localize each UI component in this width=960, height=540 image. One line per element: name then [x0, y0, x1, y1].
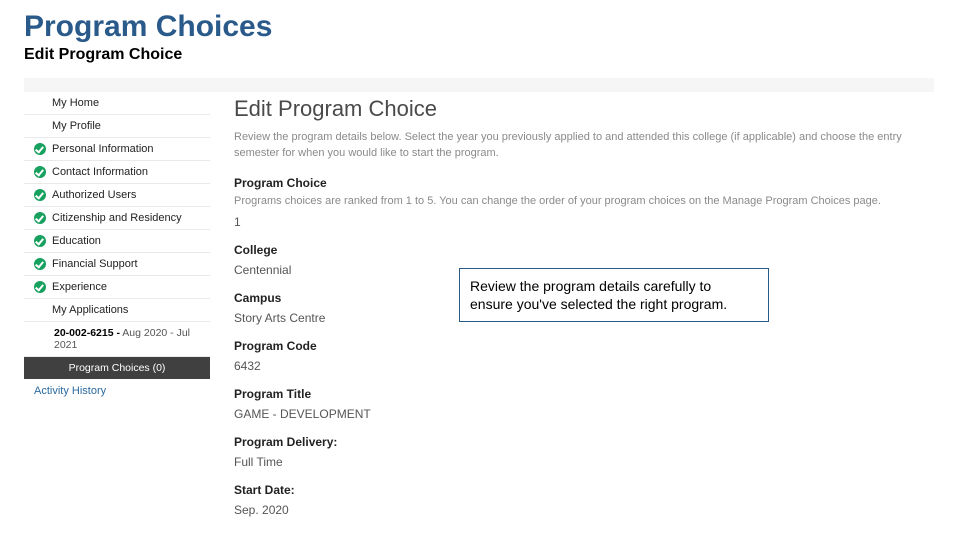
annotation-callout: Review the program details carefully to … — [459, 268, 769, 322]
sidebar-item-authorized[interactable]: Authorized Users — [24, 184, 210, 207]
check-icon — [34, 281, 46, 293]
slide-title: Program Choices — [0, 0, 960, 46]
value-start-date: Sep. 2020 — [234, 503, 918, 517]
sidebar-item-label: My Home — [52, 97, 99, 109]
sidebar-item-label: Personal Information — [52, 143, 154, 155]
check-icon — [34, 258, 46, 270]
label-delivery: Program Delivery: — [234, 435, 918, 449]
value-program-title: GAME - DEVELOPMENT — [234, 407, 918, 421]
sidebar-item-applications[interactable]: My Applications — [24, 299, 210, 322]
check-icon — [34, 235, 46, 247]
label-college: College — [234, 243, 918, 257]
sidebar-item-label: Authorized Users — [52, 189, 136, 201]
sidebar-item-label: My Profile — [52, 120, 101, 132]
label-start-date: Start Date: — [234, 483, 918, 497]
sidebar-item-myhome[interactable]: My Home — [24, 92, 210, 115]
check-icon — [34, 189, 46, 201]
value-program-choice: 1 — [234, 215, 918, 229]
value-delivery: Full Time — [234, 455, 918, 469]
sidebar-item-experience[interactable]: Experience — [24, 276, 210, 299]
sidebar-item-label: Financial Support — [52, 258, 138, 270]
check-icon — [34, 212, 46, 224]
sidebar-item-label: Education — [52, 235, 101, 247]
sidebar-item-myprofile[interactable]: My Profile — [24, 115, 210, 138]
sidebar-item-personal[interactable]: Personal Information — [24, 138, 210, 161]
sidebar-item-citizenship[interactable]: Citizenship and Residency — [24, 207, 210, 230]
sidebar: My Home My Profile Personal Information … — [24, 92, 210, 518]
label-program-choice: Program Choice — [234, 176, 918, 190]
sidebar-application-line[interactable]: 20-002-6215 - Aug 2020 - Jul 2021 — [24, 322, 210, 357]
sidebar-item-financial[interactable]: Financial Support — [24, 253, 210, 276]
sidebar-item-education[interactable]: Education — [24, 230, 210, 253]
page-title: Edit Program Choice — [234, 96, 918, 122]
label-program-code: Program Code — [234, 339, 918, 353]
value-program-code: 6432 — [234, 359, 918, 373]
sidebar-item-contact[interactable]: Contact Information — [24, 161, 210, 184]
page-description: Review the program details below. Select… — [234, 130, 918, 162]
slide-subtitle: Edit Program Choice — [0, 46, 960, 78]
help-program-choice: Programs choices are ranked from 1 to 5.… — [234, 194, 918, 209]
app-screenshot: My Home My Profile Personal Information … — [24, 78, 934, 518]
sidebar-item-label: Contact Information — [52, 166, 148, 178]
sidebar-item-activity[interactable]: Activity History — [24, 379, 210, 403]
label-program-title: Program Title — [234, 387, 918, 401]
sidebar-item-label: My Applications — [52, 304, 128, 316]
sidebar-item-label: Citizenship and Residency — [52, 212, 182, 224]
check-icon — [34, 166, 46, 178]
sidebar-item-label: Experience — [52, 281, 107, 293]
check-icon — [34, 143, 46, 155]
sidebar-item-program-choices[interactable]: Program Choices (0) — [24, 357, 210, 379]
